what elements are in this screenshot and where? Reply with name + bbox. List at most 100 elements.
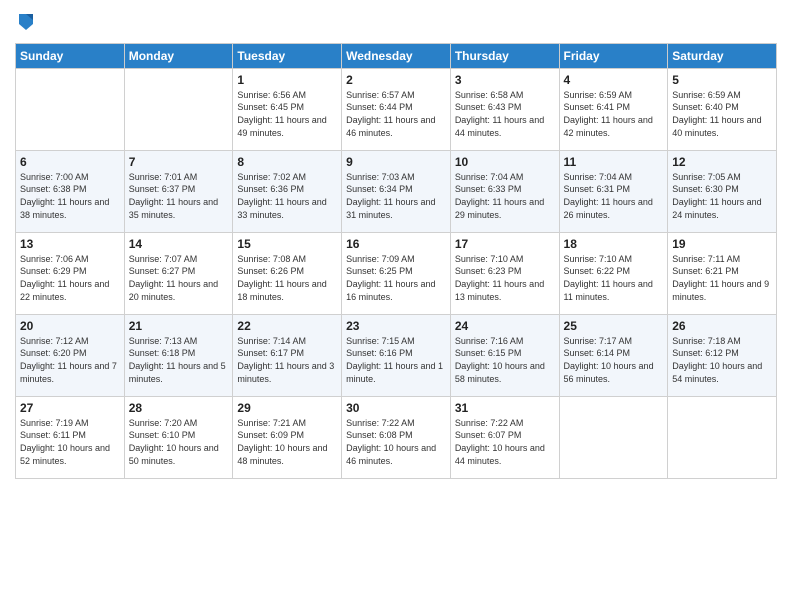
day-info: Sunrise: 7:03 AMSunset: 6:34 PMDaylight:…: [346, 171, 446, 221]
day-info: Sunrise: 7:15 AMSunset: 6:16 PMDaylight:…: [346, 335, 446, 385]
day-number: 31: [455, 401, 555, 415]
calendar-cell: 13 Sunrise: 7:06 AMSunset: 6:29 PMDayligh…: [16, 232, 125, 314]
calendar-cell: [16, 68, 125, 150]
day-info: Sunrise: 7:11 AMSunset: 6:21 PMDaylight:…: [672, 253, 772, 303]
calendar-cell: 8 Sunrise: 7:02 AMSunset: 6:36 PMDaylight…: [233, 150, 342, 232]
calendar-cell: 26 Sunrise: 7:18 AMSunset: 6:12 PMDayligh…: [668, 314, 777, 396]
day-info: Sunrise: 7:09 AMSunset: 6:25 PMDaylight:…: [346, 253, 446, 303]
calendar-cell: 22Sunrise: 7:14 AMSunset: 6:17 PMDayligh…: [233, 314, 342, 396]
calendar-cell: 18Sunrise: 7:10 AMSunset: 6:22 PMDayligh…: [559, 232, 668, 314]
day-number: 12: [672, 155, 772, 169]
calendar-cell: [124, 68, 233, 150]
calendar-cell: [559, 396, 668, 478]
day-info: Sunrise: 7:22 AMSunset: 6:08 PMDaylight:…: [346, 417, 446, 467]
day-number: 8: [237, 155, 337, 169]
calendar-week-row: 6 Sunrise: 7:00 AMSunset: 6:38 PMDaylight…: [16, 150, 777, 232]
calendar-week-row: 27 Sunrise: 7:19 AMSunset: 6:11 PMDayligh…: [16, 396, 777, 478]
weekday-header: Thursday: [450, 43, 559, 68]
calendar-cell: 4Sunrise: 6:59 AMSunset: 6:41 PMDaylight…: [559, 68, 668, 150]
calendar-cell: [668, 396, 777, 478]
calendar-cell: 20 Sunrise: 7:12 AMSunset: 6:20 PMDayligh…: [16, 314, 125, 396]
day-number: 15: [237, 237, 337, 251]
day-info: Sunrise: 7:16 AMSunset: 6:15 PMDaylight:…: [455, 335, 555, 385]
day-number: 25: [564, 319, 664, 333]
calendar-cell: 1 Sunrise: 6:56 AMSunset: 6:45 PMDaylight…: [233, 68, 342, 150]
weekday-header: Wednesday: [342, 43, 451, 68]
calendar-cell: 15 Sunrise: 7:08 AMSunset: 6:26 PMDayligh…: [233, 232, 342, 314]
page-header: [15, 10, 777, 35]
day-info: Sunrise: 7:04 AMSunset: 6:33 PMDaylight:…: [455, 171, 555, 221]
calendar-cell: 23 Sunrise: 7:15 AMSunset: 6:16 PMDayligh…: [342, 314, 451, 396]
day-info: Sunrise: 7:00 AMSunset: 6:38 PMDaylight:…: [20, 171, 120, 221]
calendar-cell: 25 Sunrise: 7:17 AMSunset: 6:14 PMDayligh…: [559, 314, 668, 396]
day-info: Sunrise: 7:14 AMSunset: 6:17 PMDaylight:…: [237, 335, 337, 385]
day-info: Sunrise: 7:18 AMSunset: 6:12 PMDaylight:…: [672, 335, 772, 385]
calendar-cell: 10Sunrise: 7:04 AMSunset: 6:33 PMDayligh…: [450, 150, 559, 232]
calendar-cell: 11 Sunrise: 7:04 AMSunset: 6:31 PMDayligh…: [559, 150, 668, 232]
day-number: 11: [564, 155, 664, 169]
weekday-header: Saturday: [668, 43, 777, 68]
day-number: 17: [455, 237, 555, 251]
day-info: Sunrise: 7:01 AMSunset: 6:37 PMDaylight:…: [129, 171, 229, 221]
day-info: Sunrise: 7:10 AMSunset: 6:23 PMDaylight:…: [455, 253, 555, 303]
day-number: 14: [129, 237, 229, 251]
day-info: Sunrise: 7:22 AMSunset: 6:07 PMDaylight:…: [455, 417, 555, 467]
calendar-cell: 9Sunrise: 7:03 AMSunset: 6:34 PMDaylight…: [342, 150, 451, 232]
day-info: Sunrise: 7:06 AMSunset: 6:29 PMDaylight:…: [20, 253, 120, 303]
day-info: Sunrise: 7:19 AMSunset: 6:11 PMDaylight:…: [20, 417, 120, 467]
day-info: Sunrise: 6:57 AMSunset: 6:44 PMDaylight:…: [346, 89, 446, 139]
day-info: Sunrise: 7:17 AMSunset: 6:14 PMDaylight:…: [564, 335, 664, 385]
calendar-cell: 16 Sunrise: 7:09 AMSunset: 6:25 PMDayligh…: [342, 232, 451, 314]
calendar-cell: 14 Sunrise: 7:07 AMSunset: 6:27 PMDayligh…: [124, 232, 233, 314]
day-number: 13: [20, 237, 120, 251]
calendar-cell: 5Sunrise: 6:59 AMSunset: 6:40 PMDaylight…: [668, 68, 777, 150]
logo-icon: [17, 12, 35, 30]
day-number: 29: [237, 401, 337, 415]
day-info: Sunrise: 7:21 AMSunset: 6:09 PMDaylight:…: [237, 417, 337, 467]
day-number: 6: [20, 155, 120, 169]
day-info: Sunrise: 7:07 AMSunset: 6:27 PMDaylight:…: [129, 253, 229, 303]
day-number: 30: [346, 401, 446, 415]
weekday-header: Sunday: [16, 43, 125, 68]
day-info: Sunrise: 7:13 AMSunset: 6:18 PMDaylight:…: [129, 335, 229, 385]
weekday-header: Tuesday: [233, 43, 342, 68]
calendar-cell: 17 Sunrise: 7:10 AMSunset: 6:23 PMDayligh…: [450, 232, 559, 314]
calendar-header-row: SundayMondayTuesdayWednesdayThursdayFrid…: [16, 43, 777, 68]
weekday-header: Friday: [559, 43, 668, 68]
day-number: 18: [564, 237, 664, 251]
day-info: Sunrise: 7:20 AMSunset: 6:10 PMDaylight:…: [129, 417, 229, 467]
day-number: 24: [455, 319, 555, 333]
calendar-cell: 29 Sunrise: 7:21 AMSunset: 6:09 PMDayligh…: [233, 396, 342, 478]
calendar-cell: 19 Sunrise: 7:11 AMSunset: 6:21 PMDayligh…: [668, 232, 777, 314]
calendar-cell: 6 Sunrise: 7:00 AMSunset: 6:38 PMDaylight…: [16, 150, 125, 232]
day-number: 2: [346, 73, 446, 87]
day-number: 26: [672, 319, 772, 333]
day-info: Sunrise: 7:12 AMSunset: 6:20 PMDaylight:…: [20, 335, 120, 385]
day-info: Sunrise: 6:59 AMSunset: 6:40 PMDaylight:…: [672, 89, 772, 139]
day-number: 19: [672, 237, 772, 251]
day-number: 3: [455, 73, 555, 87]
day-number: 21: [129, 319, 229, 333]
logo: [15, 10, 35, 35]
day-number: 4: [564, 73, 664, 87]
calendar-table: SundayMondayTuesdayWednesdayThursdayFrid…: [15, 43, 777, 479]
calendar-cell: 2 Sunrise: 6:57 AMSunset: 6:44 PMDaylight…: [342, 68, 451, 150]
day-number: 27: [20, 401, 120, 415]
day-number: 7: [129, 155, 229, 169]
day-number: 1: [237, 73, 337, 87]
day-info: Sunrise: 6:56 AMSunset: 6:45 PMDaylight:…: [237, 89, 337, 139]
calendar-cell: 24 Sunrise: 7:16 AMSunset: 6:15 PMDayligh…: [450, 314, 559, 396]
day-info: Sunrise: 6:58 AMSunset: 6:43 PMDaylight:…: [455, 89, 555, 139]
day-info: Sunrise: 7:05 AMSunset: 6:30 PMDaylight:…: [672, 171, 772, 221]
calendar-cell: 30 Sunrise: 7:22 AMSunset: 6:08 PMDayligh…: [342, 396, 451, 478]
day-info: Sunrise: 7:04 AMSunset: 6:31 PMDaylight:…: [564, 171, 664, 221]
day-info: Sunrise: 7:08 AMSunset: 6:26 PMDaylight:…: [237, 253, 337, 303]
day-number: 16: [346, 237, 446, 251]
day-number: 20: [20, 319, 120, 333]
calendar-week-row: 20 Sunrise: 7:12 AMSunset: 6:20 PMDayligh…: [16, 314, 777, 396]
day-number: 28: [129, 401, 229, 415]
day-info: Sunrise: 7:02 AMSunset: 6:36 PMDaylight:…: [237, 171, 337, 221]
day-number: 23: [346, 319, 446, 333]
calendar-cell: 3 Sunrise: 6:58 AMSunset: 6:43 PMDaylight…: [450, 68, 559, 150]
calendar-cell: 28 Sunrise: 7:20 AMSunset: 6:10 PMDayligh…: [124, 396, 233, 478]
